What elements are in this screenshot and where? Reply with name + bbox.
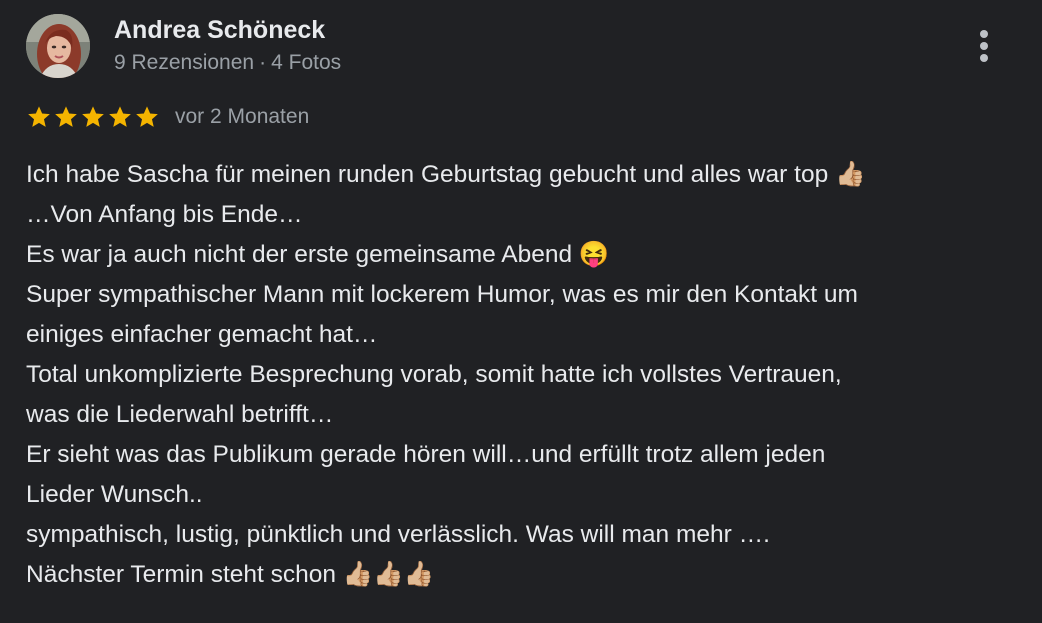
review-line: Es war ja auch nicht der erste gemeinsam… <box>26 241 610 268</box>
review-line: Er sieht was das Publikum gerade hören w… <box>26 441 826 468</box>
review-date: vor 2 Monaten <box>175 105 310 128</box>
review-line: sympathisch, lustig, pünktlich und verlä… <box>26 521 770 548</box>
review-line: Ich habe Sascha für meinen runden Geburt… <box>26 161 866 188</box>
review-line: Nächster Termin steht schon 👍🏼👍🏼👍🏼 <box>26 561 435 588</box>
meta-separator: · <box>259 51 267 74</box>
review-line: was die Liederwahl betrifft… <box>26 401 334 428</box>
star-icon <box>82 106 104 127</box>
user-avatar-photo <box>26 14 90 78</box>
review-count: 9 Rezensionen <box>114 51 255 74</box>
rating-row: vor 2 Monaten <box>26 102 309 132</box>
avatar[interactable] <box>26 14 90 78</box>
review-line: Super sympathischer Mann mit lockerem Hu… <box>26 281 858 308</box>
star-icon <box>28 106 50 127</box>
star-rating <box>26 104 160 130</box>
photo-count: 4 Fotos <box>271 51 342 74</box>
more-vertical-icon-dot <box>980 42 988 50</box>
review-line: Total unkomplizierte Besprechung vorab, … <box>26 361 842 388</box>
star-icon <box>136 106 158 127</box>
star-icon <box>109 106 131 127</box>
more-options-button[interactable] <box>970 26 998 66</box>
more-vertical-icon-dot <box>980 54 988 62</box>
review-line: …Von Anfang bis Ende… <box>26 201 303 228</box>
review-line: Lieder Wunsch.. <box>26 481 203 508</box>
review-text: Ich habe Sascha für meinen runden Geburt… <box>26 155 1016 595</box>
review-card: Andrea Schöneck 9 Rezensionen · 4 Fotos vo… <box>0 0 1042 623</box>
more-vertical-icon-dot <box>980 30 988 38</box>
reviewer-name[interactable]: Andrea Schöneck <box>114 15 325 45</box>
review-line: einiges einfacher gemacht hat… <box>26 321 378 348</box>
reviewer-meta: 9 Rezensionen · 4 Fotos <box>114 50 341 76</box>
star-icon <box>55 106 77 127</box>
